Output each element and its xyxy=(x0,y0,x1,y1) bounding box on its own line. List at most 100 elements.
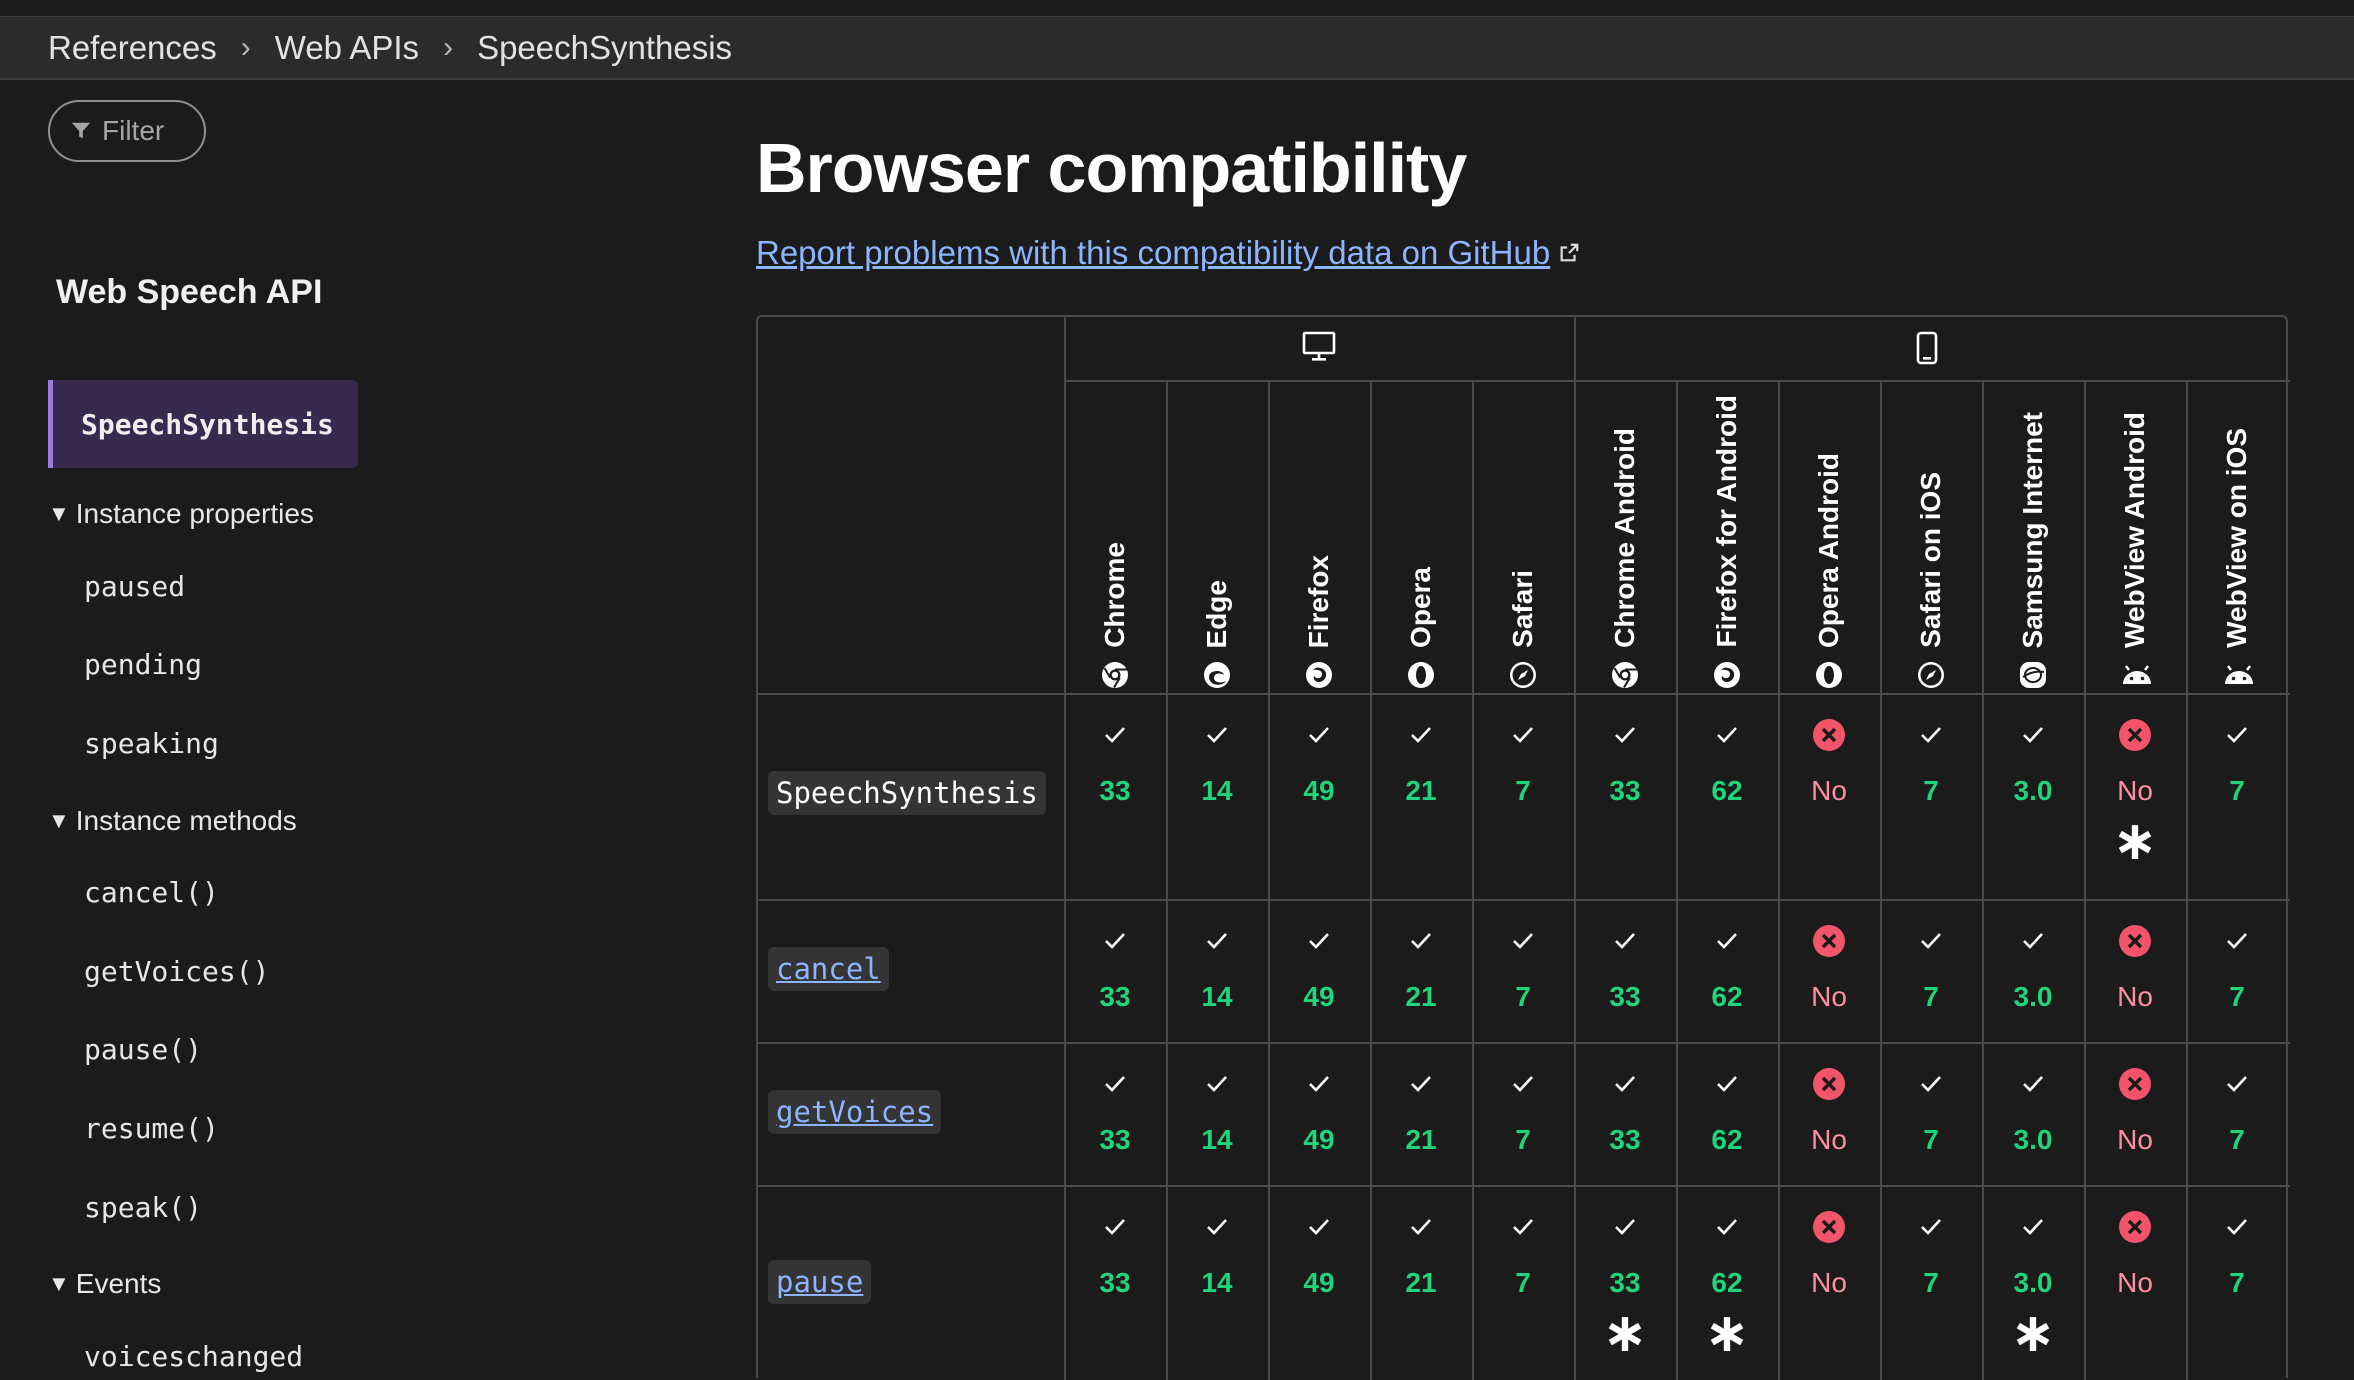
support-cell[interactable]: 33 xyxy=(1574,921,1676,1013)
support-cell[interactable]: 7 xyxy=(2186,715,2288,807)
browser-header-opera: Opera xyxy=(1370,380,1472,692)
android-icon xyxy=(2120,660,2151,690)
feature-pause[interactable]: pause xyxy=(768,1260,872,1304)
support-cell[interactable]: 7 xyxy=(1880,1064,1982,1156)
sidebar-item-speaking[interactable]: speaking xyxy=(84,727,219,760)
support-cell[interactable]: 3.0 xyxy=(1982,921,2084,1013)
sidebar-title[interactable]: Web Speech API xyxy=(56,273,322,312)
breadcrumb-web-apis[interactable]: Web APIs xyxy=(275,29,419,67)
support-cell[interactable]: 3.0 xyxy=(1982,715,2084,807)
filter-input[interactable]: Filter xyxy=(48,100,206,162)
support-cell[interactable]: No xyxy=(2084,921,2186,1013)
support-cell[interactable]: 33 xyxy=(1574,715,1676,807)
sidebar-item-resume[interactable]: resume() xyxy=(84,1112,219,1145)
support-cell[interactable]: 7 xyxy=(1472,715,1574,807)
browser-name: WebView Android xyxy=(2119,412,2150,648)
desktop-icon xyxy=(1302,331,1336,368)
support-cell[interactable]: No xyxy=(1778,921,1880,1013)
support-cell[interactable]: 7 xyxy=(2186,1064,2288,1156)
sidebar-section-events[interactable]: ▼ Events xyxy=(48,1268,161,1300)
check-icon xyxy=(1512,1207,1534,1247)
check-icon xyxy=(2226,715,2248,755)
support-cell[interactable]: 7 xyxy=(1880,715,1982,807)
support-cell[interactable]: 14 xyxy=(1166,921,1268,1013)
support-cell[interactable]: 33 ∗ xyxy=(1574,1207,1676,1360)
support-cell[interactable]: No xyxy=(1778,1064,1880,1156)
check-icon xyxy=(1410,921,1432,961)
support-cell[interactable]: No xyxy=(1778,715,1880,807)
report-problems-link[interactable]: Report problems with this compatibility … xyxy=(756,234,1580,272)
compat-table: Chrome Edge Firefox Opera Safari Chrome Andro… xyxy=(756,315,2290,1380)
support-cell[interactable]: 21 xyxy=(1370,921,1472,1013)
support-cell[interactable]: 49 xyxy=(1268,715,1370,807)
support-cell[interactable]: 14 xyxy=(1166,715,1268,807)
version-label: 7 xyxy=(2229,1124,2245,1155)
support-cell[interactable]: 7 xyxy=(1472,1064,1574,1156)
version-label: No xyxy=(1811,1267,1847,1298)
sidebar-item-pending[interactable]: pending xyxy=(84,648,202,681)
support-cell[interactable]: 7 xyxy=(1472,1207,1574,1299)
support-cell[interactable]: 14 xyxy=(1166,1064,1268,1156)
support-cell[interactable]: 7 xyxy=(1880,921,1982,1013)
support-cell[interactable]: 49 xyxy=(1268,1064,1370,1156)
support-cell[interactable]: No xyxy=(2084,1064,2186,1156)
feature-cancel[interactable]: cancel xyxy=(768,947,889,991)
version-label: No xyxy=(2117,775,2153,806)
support-cell[interactable]: 33 xyxy=(1064,1064,1166,1156)
section-heading: Instance methods xyxy=(75,805,297,836)
breadcrumb-references[interactable]: References xyxy=(48,29,217,67)
check-icon xyxy=(1206,1064,1228,1104)
sidebar-item-paused[interactable]: paused xyxy=(84,570,185,603)
browser-header-samsung-internet: Samsung Internet xyxy=(1982,380,2084,692)
support-cell[interactable]: 33 xyxy=(1064,1207,1166,1299)
support-cell[interactable]: 7 xyxy=(1880,1207,1982,1299)
support-cell[interactable]: 62 xyxy=(1676,921,1778,1013)
support-cell[interactable]: No xyxy=(1778,1207,1880,1299)
version-label: No xyxy=(2117,1267,2153,1298)
sidebar-item-current[interactable]: SpeechSynthesis xyxy=(48,380,358,468)
version-label: 7 xyxy=(2229,775,2245,806)
section-heading: Instance properties xyxy=(75,498,314,529)
support-cell[interactable]: 21 xyxy=(1370,715,1472,807)
support-cell[interactable]: 33 xyxy=(1574,1064,1676,1156)
support-cell[interactable]: 3.0 xyxy=(1982,1064,2084,1156)
sidebar-item-cancel[interactable]: cancel() xyxy=(84,876,219,909)
breadcrumb-separator-icon: › xyxy=(443,30,454,64)
support-cell[interactable]: 49 xyxy=(1268,1207,1370,1299)
check-icon xyxy=(2022,1207,2044,1247)
support-cell[interactable]: 33 xyxy=(1064,921,1166,1013)
support-cell[interactable]: 21 xyxy=(1370,1064,1472,1156)
sidebar-item-voiceschanged[interactable]: voiceschanged xyxy=(84,1340,303,1373)
check-icon xyxy=(2226,1207,2248,1247)
check-icon xyxy=(1104,1207,1126,1247)
support-cell[interactable]: 62 xyxy=(1676,715,1778,807)
support-cell[interactable]: 7 xyxy=(1472,921,1574,1013)
support-cell[interactable]: 7 xyxy=(2186,921,2288,1013)
feature-getvoices[interactable]: getVoices xyxy=(768,1090,942,1134)
sidebar-section-instance-methods[interactable]: ▼ Instance methods xyxy=(48,805,297,837)
sidebar-item-speak[interactable]: speak() xyxy=(84,1191,202,1224)
sidebar-item-getvoices[interactable]: getVoices() xyxy=(84,955,269,988)
support-cell[interactable]: 62 xyxy=(1676,1064,1778,1156)
version-label: 21 xyxy=(1405,981,1437,1012)
check-icon xyxy=(1308,1064,1330,1104)
support-cell[interactable]: 49 xyxy=(1268,921,1370,1013)
sidebar-section-instance-properties[interactable]: ▼ Instance properties xyxy=(48,498,314,530)
support-cell[interactable]: 7 xyxy=(2186,1207,2288,1299)
no-support-icon xyxy=(2118,921,2152,961)
check-icon xyxy=(1920,1207,1942,1247)
support-cell[interactable]: 33 xyxy=(1064,715,1166,807)
support-cell[interactable]: 14 xyxy=(1166,1207,1268,1299)
breadcrumb-speechsynthesis[interactable]: SpeechSynthesis xyxy=(477,29,732,67)
version-label: 21 xyxy=(1405,1124,1437,1155)
support-cell[interactable]: 62 ∗ xyxy=(1676,1207,1778,1360)
report-link-text: Report problems with this compatibility … xyxy=(756,234,1551,271)
sidebar-item-pause[interactable]: pause() xyxy=(84,1033,202,1066)
support-cell[interactable]: No ∗ xyxy=(2084,715,2186,868)
check-icon xyxy=(1512,1064,1534,1104)
support-cell[interactable]: 3.0 ∗ xyxy=(1982,1207,2084,1360)
browser-name: Chrome xyxy=(1099,542,1130,648)
version-label: 62 xyxy=(1711,775,1743,806)
support-cell[interactable]: 21 xyxy=(1370,1207,1472,1299)
support-cell[interactable]: No xyxy=(2084,1207,2186,1299)
